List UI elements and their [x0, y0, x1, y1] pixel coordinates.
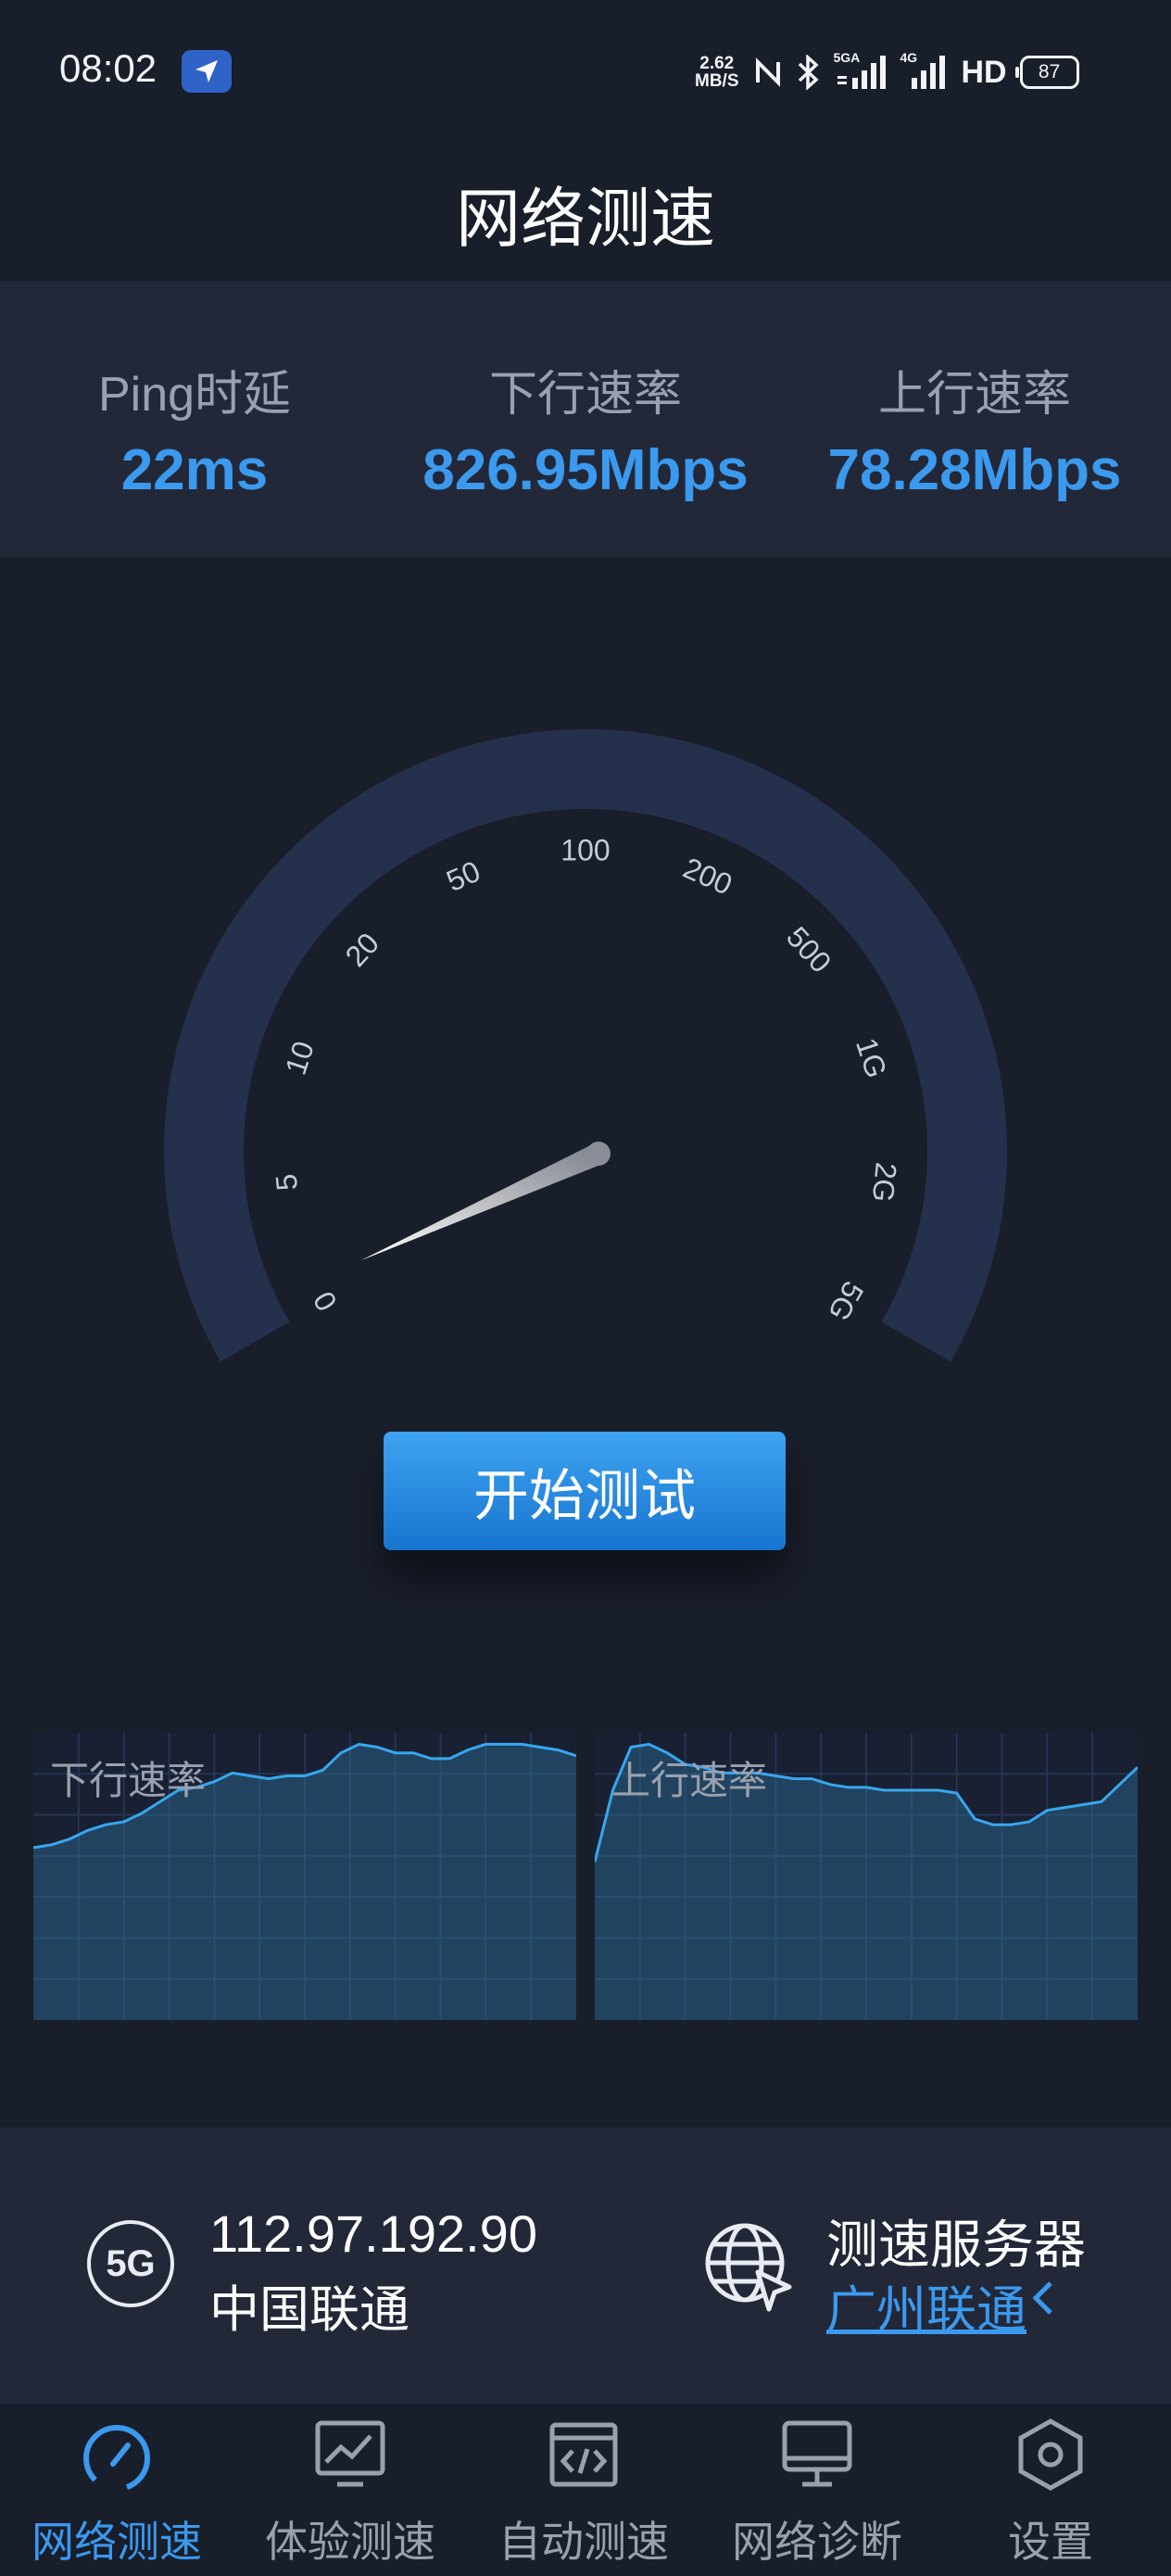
ping-stat: Ping时延 22ms: [9, 355, 380, 503]
bluetooth-icon: [798, 55, 819, 90]
start-test-button[interactable]: 开始测试: [384, 1432, 786, 1550]
carrier-name: 中国联通: [209, 2282, 409, 2338]
desktop-icon: [782, 2420, 852, 2487]
globe-cursor-icon: [705, 2223, 792, 2312]
gauge-dial: 0 5 10 20 50 100 200 500 1G 2G 5G: [164, 729, 1007, 1362]
gauge-tick-label: 200: [678, 851, 737, 902]
gauge-tick-label: 10: [279, 1037, 321, 1079]
code-window-icon: [549, 2422, 618, 2487]
network-speed-indicator: 2.62 MB/S: [695, 55, 739, 90]
location-icon: [182, 50, 232, 93]
network-speed-unit: MB/S: [695, 71, 739, 91]
nav-label-settings: 设置: [1008, 2518, 1093, 2566]
upload-chart: 上行速率: [595, 1733, 1138, 2020]
status-time: 08:02: [59, 46, 157, 90]
upload-label: 上行速率: [877, 368, 1071, 422]
gauge-tick-label: 100: [560, 833, 610, 866]
server-label: 测速服务器: [826, 2216, 1086, 2274]
download-chart: 下行速率: [33, 1733, 576, 2020]
upload-stat: 上行速率 78.28Mbps: [789, 355, 1160, 503]
ip-address: 112.97.192.90: [209, 2204, 537, 2263]
nav-label-speed-test: 网络测速: [31, 2518, 202, 2566]
nfc-icon: [755, 57, 780, 87]
server-select-link[interactable]: 广州联通: [826, 2268, 1026, 2342]
status-bar: 08:02 2.62 MB/S 5GA 4G HD 87: [0, 0, 1171, 139]
ping-value: 22ms: [120, 438, 269, 502]
chart-monitor-icon: [315, 2420, 385, 2487]
chevron-left-icon[interactable]: [1030, 2279, 1058, 2317]
nav-item-diagnosis[interactable]: 网络诊断: [700, 2405, 934, 2576]
nav-item-experience-test[interactable]: 体验测速: [233, 2405, 467, 2576]
nav-item-speed-test[interactable]: 网络测速: [0, 2405, 233, 2576]
ping-label: Ping时延: [97, 368, 292, 422]
stats-panel: Ping时延 22ms 下行速率 826.95Mbps 上行速率 78.28Mb…: [0, 281, 1171, 557]
status-icons: 2.62 MB/S 5GA 4G HD 87: [695, 50, 1079, 95]
hd-voice-icon: HD: [961, 54, 1007, 90]
nav-label-diagnosis: 网络诊断: [732, 2518, 902, 2566]
gauge-needle: [360, 1143, 603, 1261]
upload-chart-title: 上行速率: [611, 1759, 768, 1802]
signal-4g-icon: 4G: [900, 50, 949, 91]
settings-hex-icon: [1018, 2418, 1083, 2491]
gauge-hub: [586, 1142, 611, 1166]
download-value: 826.95Mbps: [422, 438, 749, 502]
signal-5ga-icon: 5GA: [834, 50, 888, 91]
gauge-tick-label: 5G: [822, 1276, 871, 1327]
gauge-tick-label: 2G: [866, 1161, 903, 1204]
gauge-tick-label: 0: [307, 1286, 344, 1317]
gauge-tick-label: 50: [441, 854, 485, 898]
speedometer-icon: [83, 2425, 150, 2492]
download-chart-title: 下行速率: [50, 1759, 207, 1802]
battery-icon: 87: [1014, 56, 1079, 89]
page-title: 网络测速: [456, 183, 715, 255]
network-speed-value: 2.62: [699, 54, 735, 73]
upload-value: 78.28Mbps: [827, 438, 1122, 502]
bottom-nav: 网络测速 体验测速 自动测速 网络诊断 设置: [0, 2405, 1171, 2576]
gauge-tick-label: 20: [339, 927, 386, 974]
battery-level: 87: [1038, 61, 1061, 82]
download-label: 下行速率: [488, 368, 682, 422]
nav-label-auto-test: 自动测速: [498, 2518, 669, 2566]
gauge-tick-label: 5: [269, 1172, 304, 1192]
download-stat: 下行速率 826.95Mbps: [400, 355, 771, 503]
gauge-tick-label: 500: [780, 920, 837, 979]
nav-item-auto-test[interactable]: 自动测速: [467, 2405, 700, 2576]
speed-gauge: 0 5 10 20 50 100 200 500 1G 2G 5G: [0, 686, 1171, 1390]
connection-info-panel: 5G 112.97.192.90 中国联通 测速服务器 广州联通: [0, 2128, 1171, 2404]
5g-badge-icon: 5G: [87, 2220, 174, 2307]
nav-label-experience-test: 体验测速: [265, 2518, 435, 2566]
gauge-tick-label: 1G: [850, 1034, 893, 1082]
nav-item-settings[interactable]: 设置: [934, 2405, 1167, 2576]
